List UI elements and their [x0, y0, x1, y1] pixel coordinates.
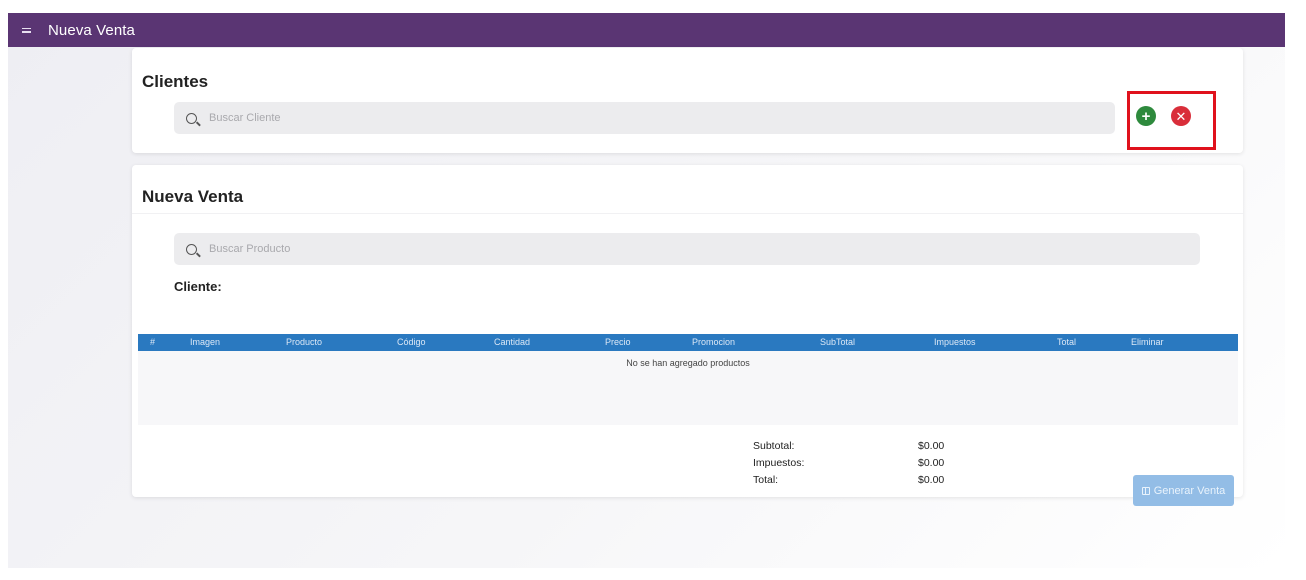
total-label: Total: — [753, 474, 779, 486]
column-header-eliminar: Eliminar — [1131, 337, 1164, 347]
app-frame: Nueva Venta Clientes + ✕ Nueva Venta Cli… — [8, 13, 1285, 568]
generate-sale-label: Generar Venta — [1153, 484, 1226, 497]
top-bar: Nueva Venta — [8, 13, 1285, 47]
x-circle-icon: ✕ — [1175, 108, 1187, 124]
column-header-producto: Producto — [286, 337, 323, 347]
client-search-box[interactable] — [174, 102, 1115, 134]
column-header-total: Total — [1057, 337, 1077, 347]
product-search-input[interactable] — [209, 243, 1122, 255]
column-header-promocion: Promocion — [692, 337, 736, 347]
column-header-precio: Precio — [605, 337, 631, 347]
impuestos-label: Impuestos: — [753, 457, 805, 469]
page-title: Nueva Venta — [48, 21, 135, 39]
subtotal-value: $0.00 — [918, 440, 945, 452]
column-header-imagen: Imagen — [190, 337, 221, 347]
product-search-box[interactable] — [174, 233, 1200, 265]
empty-table-message: No se han agregado productos — [626, 358, 750, 368]
column-header-cantidad: Cantidad — [494, 337, 531, 347]
venta-title: Nueva Venta — [142, 187, 244, 206]
subtotal-label: Subtotal: — [753, 440, 795, 452]
products-table: # Imagen Producto Código Cantidad Precio… — [138, 334, 1238, 425]
column-header-impuestos: Impuestos — [934, 337, 976, 347]
clientes-title: Clientes — [142, 72, 209, 91]
search-icon — [186, 243, 197, 255]
table-header: # Imagen Producto Código Cantidad Precio… — [138, 334, 1238, 351]
search-icon — [186, 112, 197, 124]
clear-client-button[interactable]: ✕ — [1171, 106, 1191, 126]
hamburger-icon[interactable] — [22, 27, 36, 33]
impuestos-value: $0.00 — [918, 457, 945, 469]
client-search-input[interactable] — [209, 112, 1046, 124]
card-divider — [132, 213, 1243, 214]
plus-circle-icon: + — [1141, 107, 1151, 125]
book-icon — [1141, 486, 1150, 495]
cliente-label: Cliente: — [174, 279, 222, 294]
generate-sale-button[interactable]: Generar Venta — [1133, 475, 1234, 506]
clientes-card: Clientes + ✕ — [132, 48, 1243, 153]
add-client-button[interactable]: + — [1136, 106, 1156, 126]
column-header-subtotal: SubTotal — [820, 337, 856, 347]
column-header-codigo: Código — [397, 337, 426, 347]
nueva-venta-card: Nueva Venta Cliente: # Imagen Producto C… — [132, 165, 1243, 497]
total-value: $0.00 — [918, 474, 945, 486]
column-header-number: # — [150, 337, 156, 347]
